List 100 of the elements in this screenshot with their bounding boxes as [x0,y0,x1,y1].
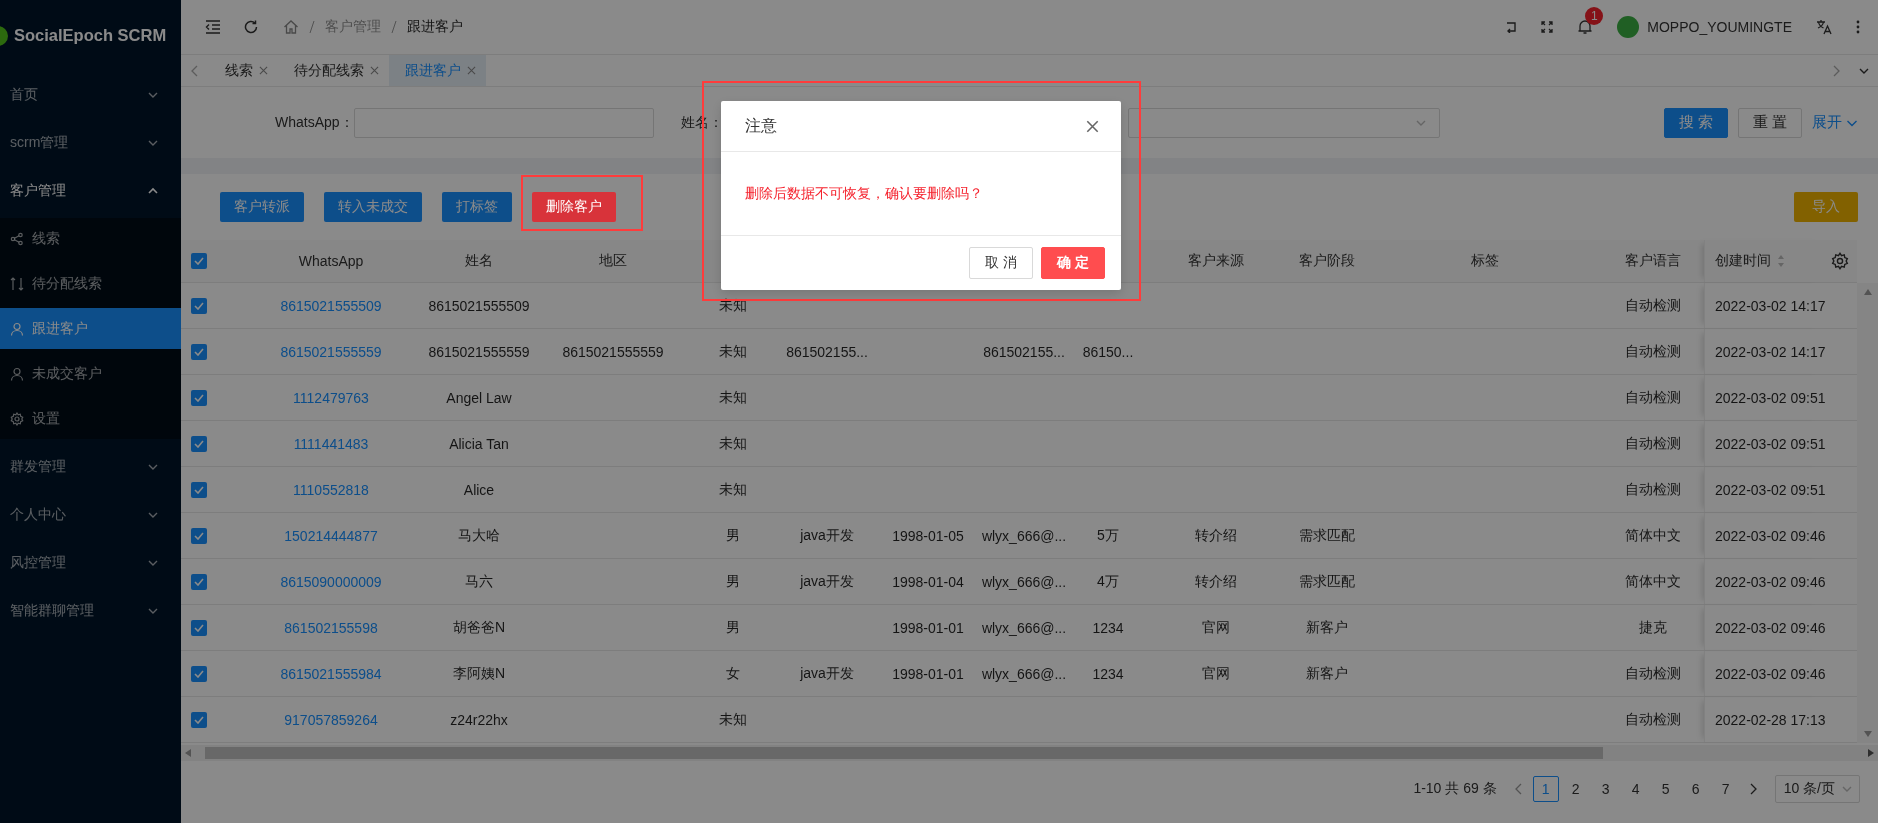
bell-icon[interactable] [1577,19,1594,35]
checkbox[interactable] [191,435,207,452]
tab[interactable]: 待分配线索 [278,55,389,86]
vertical-scrollbar[interactable] [1857,283,1878,743]
sidebar-subitem[interactable]: 线索 [0,218,181,259]
select-field[interactable] [1127,107,1440,138]
checkbox[interactable] [191,297,207,314]
checkbox[interactable] [191,711,207,728]
checkbox[interactable] [191,527,207,544]
phone-link[interactable]: 8615090000009 [240,573,422,590]
column-header[interactable]: 姓名 [422,252,536,270]
refresh-icon[interactable] [243,19,259,35]
phone-link[interactable]: 8615021555509 [240,297,422,314]
sidebar-item[interactable]: scrm管理 [0,119,181,167]
sidebar-item[interactable]: 智能群聊管理 [0,587,181,635]
table-cell-text: 转介绍 [1194,526,1238,545]
arrow-down-icon[interactable] [1863,731,1872,737]
sidebar-item[interactable]: 风控管理 [0,539,181,587]
checkbox[interactable] [191,343,207,360]
sidebar-subitem[interactable]: 设置 [0,398,181,439]
sidebar-item[interactable]: 首页 [0,71,181,119]
table-cell-text: 简体中文 [1624,572,1682,591]
more-icon[interactable] [1856,20,1860,34]
phone-link[interactable]: 8615021555984 [240,665,422,682]
sidebar-item[interactable]: 群发管理 [0,443,181,491]
confirm-button[interactable]: 确 定 [1041,247,1105,279]
checkbox[interactable] [191,389,207,406]
column-header[interactable]: 地区 [536,252,690,270]
table-cell: 2022-02-28 17:13 [1715,711,1826,728]
tab[interactable]: 线索 [209,55,278,86]
table-cell-text: java开发 [799,526,855,545]
check-icon [194,393,204,402]
phone-link[interactable]: 861502155598 [240,619,422,636]
checkbox[interactable] [191,253,207,269]
sidebar-subitem[interactable]: 未成交客户 [0,353,181,394]
check-icon [194,669,204,678]
tab[interactable]: 跟进客户 [389,55,486,86]
table-cell-text: z24r22hx [449,711,509,728]
page-button[interactable]: 5 [1652,776,1679,802]
sort-icon[interactable] [1777,254,1785,268]
page-button[interactable]: 3 [1592,776,1619,802]
checkbox[interactable] [191,619,207,636]
horizontal-scrollbar[interactable] [181,745,1878,761]
table-cell-text: wlyx_666@... [980,527,1068,544]
previous-page-icon[interactable] [1514,783,1523,795]
column-header[interactable]: 客户来源 [1146,252,1286,270]
close-icon[interactable] [370,66,379,75]
arrow-up-icon[interactable] [1863,289,1872,295]
import-button[interactable]: 导入 [1794,192,1858,222]
reset-button[interactable]: 重 置 [1737,107,1802,138]
search-button[interactable]: 搜 索 [1663,107,1728,138]
home-icon[interactable] [283,19,299,35]
next-page-icon[interactable] [1748,783,1757,795]
phone-link[interactable]: 8615021555559 [240,343,422,360]
expand-link[interactable]: 展开 [1812,113,1858,132]
table-cell-text: 1998-01-05 [891,527,965,544]
action-button[interactable]: 客户转派 [220,192,304,222]
page-button[interactable]: 7 [1712,776,1739,802]
checkbox[interactable] [191,665,207,682]
page-button[interactable]: 2 [1562,776,1589,802]
menu-fold-icon[interactable] [205,20,221,34]
avatar[interactable] [1617,16,1640,38]
close-icon[interactable] [1086,119,1099,133]
delete-button[interactable]: 删除客户 [532,192,616,222]
action-button[interactable]: 打标签 [442,192,512,222]
action-button[interactable]: 转入未成交 [324,192,422,222]
arrow-left-icon[interactable] [185,749,191,757]
phone-link[interactable]: 917057859264 [240,711,422,728]
table-cell-text: Alicia Tan [448,435,510,452]
translate-icon[interactable] [1816,19,1832,35]
page-button[interactable]: 4 [1622,776,1649,802]
page-size-select[interactable]: 10 条/页 [1774,775,1860,803]
column-header[interactable]: 客户阶段 [1286,252,1368,270]
user-name[interactable]: MOPPO_YOUMINGTE [1647,19,1792,35]
table-cell-text: 新客户 [1305,664,1349,683]
checkbox[interactable] [191,481,207,498]
exit-icon[interactable] [1505,21,1518,33]
phone-link[interactable]: 1110552818 [240,481,422,498]
column-header[interactable]: WhatsApp [240,253,422,269]
phone-link[interactable]: 1112479763 [240,389,422,406]
cancel-button[interactable]: 取 消 [969,247,1034,279]
sidebar-item[interactable]: 个人中心 [0,491,181,539]
page-button[interactable]: 6 [1682,776,1709,802]
settings-icon[interactable] [1831,252,1849,270]
table-cell-text: 李阿姨N [451,664,507,683]
phone-link[interactable]: 150214444877 [240,527,422,544]
column-header[interactable]: 标签 [1368,252,1602,270]
phone-link[interactable]: 1111441483 [240,435,422,452]
page-button[interactable]: 1 [1532,776,1559,802]
arrow-right-icon[interactable] [1868,749,1874,757]
checkbox[interactable] [191,573,207,590]
fullscreen-icon[interactable] [1541,21,1554,33]
sidebar-subitem[interactable]: 待分配线索 [0,263,181,304]
sidebar-subitem[interactable]: 跟进客户 [0,308,181,349]
column-header[interactable]: 客户语言 [1602,252,1704,270]
sidebar-item[interactable]: 客户管理 [0,167,181,215]
table-cell: 2022-03-02 09:46 [1715,573,1826,590]
close-icon[interactable] [259,66,268,75]
table-cell: 2022-03-02 09:51 [1715,481,1826,498]
column-header[interactable]: 创建时间 [1715,252,1771,270]
